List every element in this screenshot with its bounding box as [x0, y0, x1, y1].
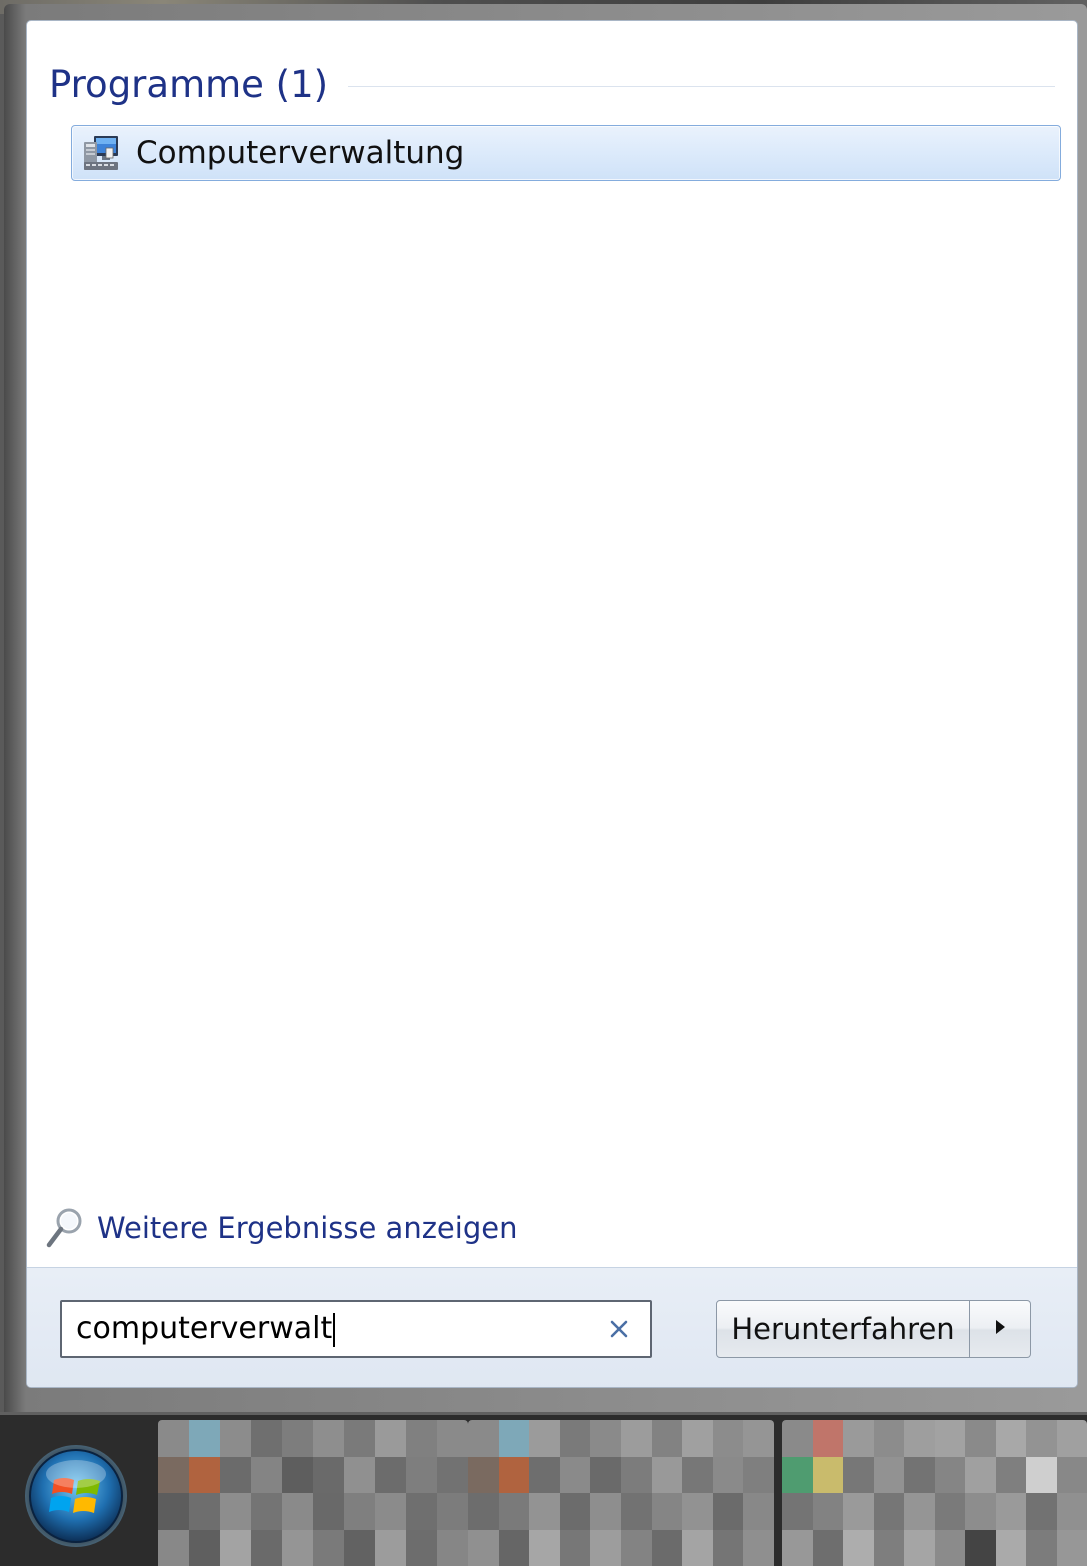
section-divider	[348, 85, 1055, 87]
windows-start-orb-icon[interactable]	[24, 1444, 128, 1548]
search-input-value: computerverwalt	[76, 1311, 336, 1347]
clear-x-icon[interactable]	[606, 1316, 632, 1342]
triangle-right-icon	[994, 1319, 1006, 1339]
shutdown-button[interactable]: Herunterfahren	[716, 1300, 970, 1358]
magnifier-icon	[45, 1206, 85, 1250]
start-menu-bottom-bar: computerverwalt Herunterfahren	[27, 1267, 1077, 1387]
see-more-results-label: Weitere Ergebnisse anzeigen	[97, 1211, 518, 1245]
start-menu-results-panel: Programme (1) Computerverwaltung Weitere…	[26, 20, 1078, 1388]
result-item-computerverwaltung[interactable]: Computerverwaltung	[71, 125, 1061, 181]
shutdown-button-group: Herunterfahren	[716, 1300, 1031, 1358]
result-label: Computerverwaltung	[136, 135, 465, 171]
section-header: Programme (1)	[49, 59, 1055, 109]
text-caret	[333, 1312, 336, 1347]
taskbar	[0, 1412, 1087, 1566]
section-title-programs: Programme (1)	[49, 62, 329, 106]
shutdown-options-button[interactable]	[970, 1300, 1031, 1358]
taskbar-button-1[interactable]	[158, 1420, 468, 1566]
taskbar-button-3[interactable]	[782, 1420, 1087, 1566]
taskbar-top-edge	[0, 1412, 1087, 1415]
taskbar-button-2[interactable]	[468, 1420, 774, 1566]
computer-management-icon	[82, 134, 120, 172]
see-more-results-link[interactable]: Weitere Ergebnisse anzeigen	[45, 1206, 517, 1250]
search-input[interactable]: computerverwalt	[60, 1300, 652, 1358]
